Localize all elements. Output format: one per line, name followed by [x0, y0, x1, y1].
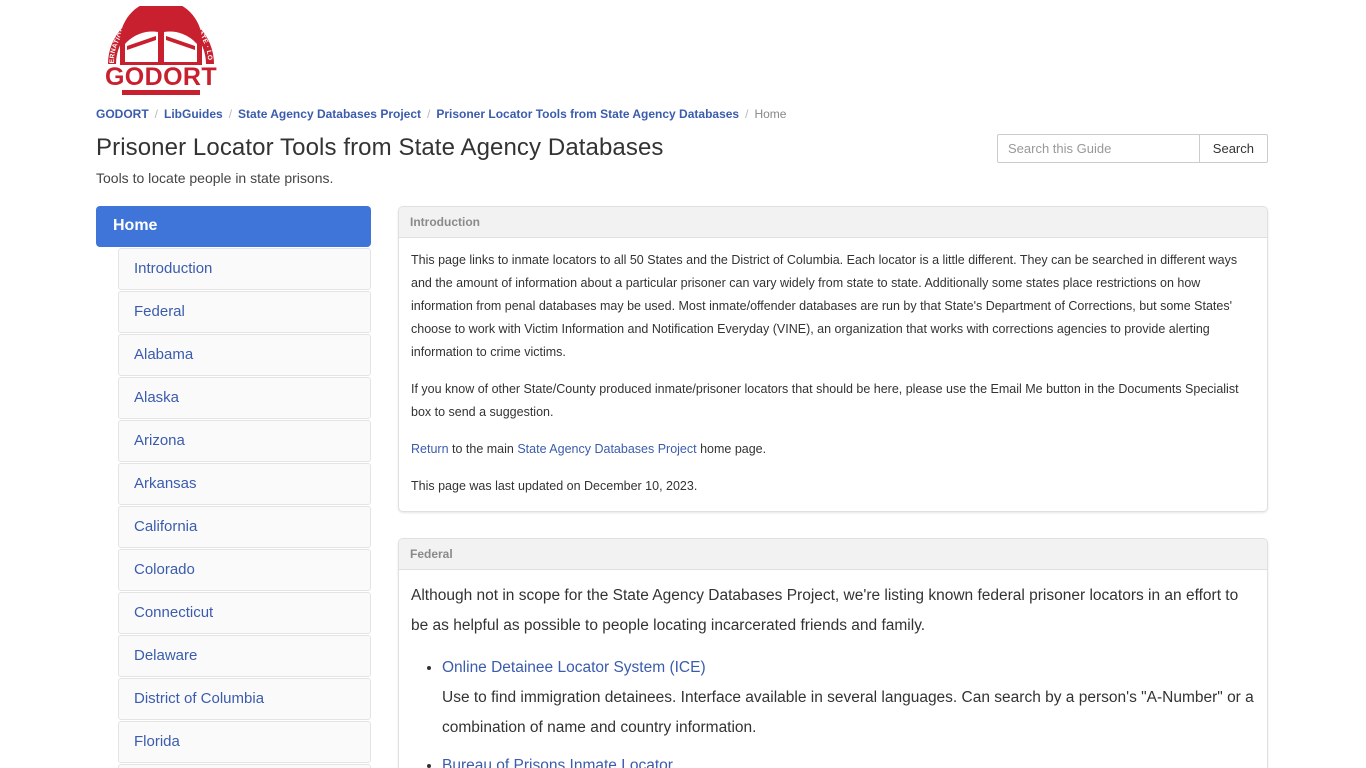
search-input[interactable]	[997, 134, 1199, 163]
sidebar-item-home[interactable]: Home	[96, 206, 371, 247]
list-item: District of Columbia	[96, 678, 371, 720]
guide-search: Search	[997, 134, 1268, 163]
list-item: California	[96, 506, 371, 548]
intro-paragraph-1: This page links to inmate locators to al…	[411, 253, 1238, 359]
search-button[interactable]: Search	[1198, 134, 1268, 163]
sidebar-item-district-of-columbia[interactable]: District of Columbia	[118, 678, 371, 720]
box-body-federal: Although not in scope for the State Agen…	[399, 570, 1267, 768]
list-item: Introduction	[96, 248, 371, 290]
sidebar-nav: Home Introduction Federal Alabama Alaska…	[96, 206, 371, 768]
breadcrumb-item-state-agency-databases-project[interactable]: State Agency Databases Project	[238, 107, 421, 121]
svg-text:GODORT: GODORT	[105, 63, 217, 91]
list-item: Federal	[96, 291, 371, 333]
breadcrumb-item-home-current: Home	[754, 107, 787, 121]
breadcrumb-item-godort[interactable]: GODORT	[96, 107, 149, 121]
sidebar-item-arizona[interactable]: Arizona	[118, 420, 371, 462]
sidebar-item-georgia[interactable]: Georgia	[118, 764, 371, 768]
return-tail-text: home page.	[696, 442, 767, 456]
list-item: Florida	[96, 721, 371, 763]
breadcrumb: GODORT / LibGuides / State Agency Databases …	[96, 106, 1276, 122]
list-item: Bureau of Prisons Inmate Locator Searcha…	[442, 751, 1255, 768]
breadcrumb-separator: /	[427, 107, 431, 121]
list-item: Colorado	[96, 549, 371, 591]
intro-return-line: Return to the main State Agency Database…	[411, 438, 1255, 461]
return-mid-text: to the main	[448, 442, 518, 456]
sidebar-item-california[interactable]: California	[118, 506, 371, 548]
list-item: Arizona	[96, 420, 371, 462]
page-subtitle: Tools to locate people in state prisons.	[96, 170, 334, 186]
federal-intro-paragraph: Although not in scope for the State Agen…	[411, 587, 1239, 634]
list-item: Connecticut	[96, 592, 371, 634]
main-content: Introduction This page links to inmate l…	[398, 206, 1268, 768]
sidebar-item-introduction[interactable]: Introduction	[118, 248, 371, 290]
intro-paragraph-2: If you know of other State/County produc…	[411, 382, 1239, 419]
state-agency-databases-project-link[interactable]: State Agency Databases Project	[517, 442, 696, 456]
breadcrumb-separator: /	[228, 107, 233, 121]
list-item: Alaska	[96, 377, 371, 419]
breadcrumb-item-prisoner-locator-tools[interactable]: Prisoner Locator Tools from State Agency…	[436, 107, 739, 121]
list-item: Georgia	[96, 764, 371, 768]
sidebar-item-florida[interactable]: Florida	[118, 721, 371, 763]
site-header: INTERNATIONAL · U.S. FEDERAL · STATE · L…	[96, 0, 1268, 104]
bureau-of-prisons-inmate-locator-link[interactable]: Bureau of Prisons Inmate Locator	[442, 757, 673, 768]
box-title-introduction: Introduction	[399, 207, 1267, 238]
sidebar-item-delaware[interactable]: Delaware	[118, 635, 371, 677]
federal-locator-list: Online Detainee Locator System (ICE) Use…	[411, 653, 1255, 768]
box-body-introduction: This page links to inmate locators to al…	[399, 238, 1267, 511]
box-federal: Federal Although not in scope for the St…	[398, 538, 1268, 768]
list-item: Arkansas	[96, 463, 371, 505]
sidebar-item-arkansas[interactable]: Arkansas	[118, 463, 371, 505]
sidebar-item-alaska[interactable]: Alaska	[118, 377, 371, 419]
godort-logo[interactable]: INTERNATIONAL · U.S. FEDERAL · STATE · L…	[97, 0, 222, 98]
list-item: Online Detainee Locator System (ICE) Use…	[442, 653, 1255, 743]
guide-body: Home Introduction Federal Alabama Alaska…	[96, 206, 1276, 768]
sidebar-item-colorado[interactable]: Colorado	[118, 549, 371, 591]
list-item: Alabama	[96, 334, 371, 376]
box-title-federal: Federal	[399, 539, 1267, 570]
box-introduction: Introduction This page links to inmate l…	[398, 206, 1268, 512]
breadcrumb-item-libguides[interactable]: LibGuides	[164, 107, 223, 121]
breadcrumb-separator: /	[745, 107, 749, 121]
page-root: INTERNATIONAL · U.S. FEDERAL · STATE · L…	[0, 0, 1366, 768]
breadcrumb-separator: /	[154, 107, 159, 121]
online-detainee-locator-system-link[interactable]: Online Detainee Locator System (ICE)	[442, 659, 706, 676]
sidebar-item-federal[interactable]: Federal	[118, 291, 371, 333]
godort-logo-icon: INTERNATIONAL · U.S. FEDERAL · STATE · L…	[97, 0, 217, 95]
intro-last-updated: This page was last updated on December 1…	[411, 479, 698, 493]
return-link[interactable]: Return	[411, 442, 449, 456]
sidebar-item-alabama[interactable]: Alabama	[118, 334, 371, 376]
online-detainee-locator-description: Use to find immigration detainees. Inter…	[442, 689, 1254, 736]
sidebar-item-connecticut[interactable]: Connecticut	[118, 592, 371, 634]
list-item: Delaware	[96, 635, 371, 677]
sidebar-sublist: Introduction Federal Alabama Alaska Ariz…	[96, 248, 371, 768]
